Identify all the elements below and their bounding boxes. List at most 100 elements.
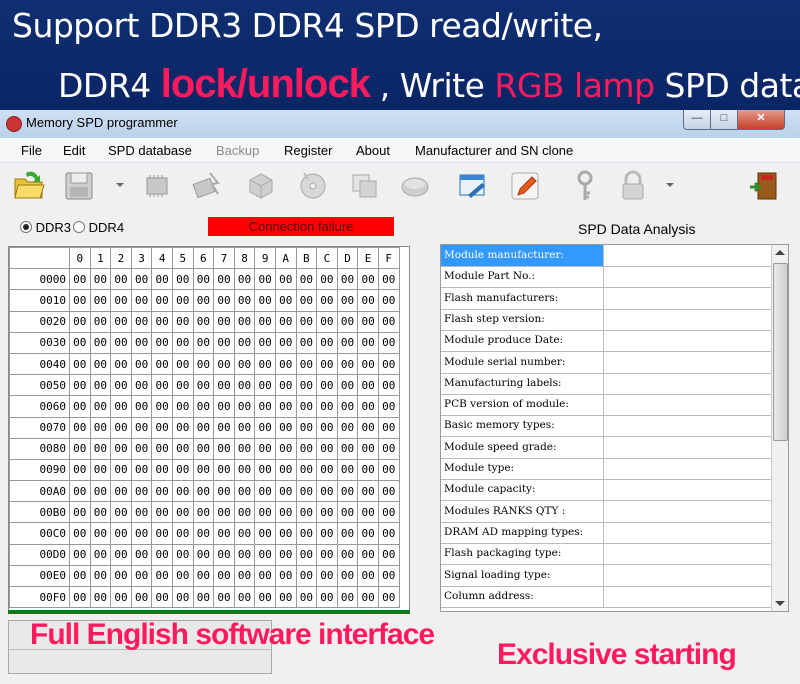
hex-cell[interactable]: 00 — [316, 522, 338, 545]
hex-cell[interactable]: 00 — [192, 543, 215, 566]
hex-cell[interactable]: 00 — [233, 543, 256, 566]
hex-cell[interactable]: 00 — [110, 289, 132, 312]
menu-file[interactable]: File — [21, 143, 42, 158]
hex-cell[interactable]: 00 — [192, 458, 215, 482]
hex-cell[interactable]: 00 — [110, 352, 132, 376]
hex-cell[interactable]: 00 — [151, 352, 173, 376]
pencil-icon[interactable] — [508, 169, 542, 203]
hex-cell[interactable]: 00 — [192, 289, 215, 312]
hex-cell[interactable]: 00 — [233, 374, 256, 397]
hex-cell[interactable]: 00 — [357, 437, 379, 460]
title-bar[interactable]: Memory SPD programmer — □ ✕ — [0, 110, 800, 138]
hex-cell[interactable]: 00 — [295, 437, 318, 460]
hex-cell[interactable]: 00 — [357, 374, 379, 397]
menu-about[interactable]: About — [356, 143, 390, 158]
hex-cell[interactable]: 00 — [130, 416, 153, 439]
hex-cell[interactable]: 00 — [171, 543, 194, 566]
hex-cell[interactable]: 00 — [89, 395, 112, 418]
hex-cell[interactable]: 00 — [254, 585, 276, 609]
hex-cell[interactable]: 00 — [336, 289, 359, 312]
hex-cell[interactable]: 00 — [89, 416, 112, 439]
hex-table[interactable]: 0123456789ABCDEF 0000 00 00 00 00 00 00 00 00 00 0… — [9, 247, 400, 609]
hex-cell[interactable]: 00 — [295, 480, 318, 503]
hex-cell[interactable]: 00 — [254, 268, 276, 291]
hex-cell[interactable]: 00 — [89, 437, 112, 460]
hex-cell[interactable]: 00 — [213, 480, 235, 503]
menu-edit[interactable]: Edit — [63, 143, 85, 158]
analysis-row[interactable]: Module Part No.: — [441, 266, 771, 289]
hex-cell[interactable]: 00 — [213, 310, 235, 333]
hex-cell[interactable]: 00 — [130, 268, 153, 291]
hex-cell[interactable]: 00 — [213, 331, 235, 354]
hex-cell[interactable]: 00 — [357, 395, 379, 418]
menu-manufacturer-sn-clone[interactable]: Manufacturer and SN clone — [415, 143, 573, 158]
hex-cell[interactable]: 00 — [357, 501, 379, 524]
hex-cell[interactable]: 00 — [233, 585, 256, 609]
hex-cell[interactable]: 00 — [213, 268, 235, 291]
analysis-row[interactable]: DRAM AD mapping types: — [441, 521, 771, 544]
hex-cell[interactable]: 00 — [357, 522, 379, 545]
hex-cell[interactable]: 00 — [377, 310, 400, 333]
hex-cell[interactable]: 00 — [171, 374, 194, 397]
hex-cell[interactable]: 00 — [336, 310, 359, 333]
hex-cell[interactable]: 00 — [110, 416, 132, 439]
analysis-row[interactable]: Flash manufacturers: — [441, 287, 771, 310]
analysis-row[interactable]: Module produce Date: — [441, 330, 771, 353]
hex-cell[interactable]: 00 — [130, 564, 153, 588]
minimize-button[interactable]: — — [683, 110, 711, 130]
hex-cell[interactable]: 00 — [171, 437, 194, 460]
hex-cell[interactable]: 00 — [316, 268, 338, 291]
maximize-button[interactable]: □ — [710, 110, 738, 130]
hex-cell[interactable]: 00 — [192, 585, 215, 609]
hex-cell[interactable]: 00 — [377, 501, 400, 524]
hex-cell[interactable]: 00 — [69, 352, 91, 376]
hex-cell[interactable]: 00 — [316, 416, 338, 439]
hex-cell[interactable]: 00 — [192, 501, 215, 524]
hex-cell[interactable]: 00 — [274, 501, 297, 524]
analysis-row[interactable]: Manufacturing labels: — [441, 372, 771, 395]
hex-cell[interactable]: 00 — [295, 501, 318, 524]
hex-cell[interactable]: 00 — [254, 374, 276, 397]
hex-cell[interactable]: 00 — [130, 310, 153, 333]
hex-cell[interactable]: 00 — [295, 310, 318, 333]
hex-cell[interactable]: 00 — [69, 585, 91, 609]
hex-cell[interactable]: 00 — [213, 522, 235, 545]
analysis-row[interactable]: PCB version of module: — [441, 394, 771, 417]
hex-cell[interactable]: 00 — [130, 543, 153, 566]
hex-cell[interactable]: 00 — [295, 416, 318, 439]
hex-cell[interactable]: 00 — [357, 416, 379, 439]
hex-cell[interactable]: 00 — [357, 458, 379, 482]
hex-cell[interactable]: 00 — [274, 310, 297, 333]
hex-cell[interactable]: 00 — [192, 480, 215, 503]
analysis-row[interactable]: Module serial number: — [441, 351, 771, 374]
ddr4-radio[interactable]: DDR4 — [73, 220, 124, 235]
hex-cell[interactable]: 00 — [151, 331, 173, 354]
hex-cell[interactable]: 00 — [110, 564, 132, 588]
hex-cell[interactable]: 00 — [130, 522, 153, 545]
hex-cell[interactable]: 00 — [130, 352, 153, 376]
hex-grid[interactable]: 0123456789ABCDEF 0000 00 00 00 00 00 00 00 00 00 0… — [8, 246, 410, 612]
hex-cell[interactable]: 00 — [213, 564, 235, 588]
chip-flash-icon[interactable] — [190, 169, 224, 203]
hex-cell[interactable]: 00 — [151, 437, 173, 460]
hex-cell[interactable]: 00 — [69, 543, 91, 566]
hex-cell[interactable]: 00 — [89, 268, 112, 291]
hex-cell[interactable]: 00 — [377, 437, 400, 460]
hex-cell[interactable]: 00 — [254, 458, 276, 482]
hex-cell[interactable]: 00 — [89, 310, 112, 333]
hex-cell[interactable]: 00 — [295, 522, 318, 545]
hex-cell[interactable]: 00 — [89, 543, 112, 566]
hex-cell[interactable]: 00 — [151, 501, 173, 524]
hex-cell[interactable]: 00 — [69, 374, 91, 397]
key-icon[interactable] — [568, 169, 602, 203]
hex-cell[interactable]: 00 — [254, 480, 276, 503]
hex-cell[interactable]: 00 — [171, 585, 194, 609]
hex-cell[interactable]: 00 — [89, 501, 112, 524]
hex-cell[interactable]: 00 — [69, 501, 91, 524]
hex-cell[interactable]: 00 — [171, 331, 194, 354]
menu-backup[interactable]: Backup — [216, 143, 259, 158]
hex-cell[interactable]: 00 — [130, 289, 153, 312]
hex-cell[interactable]: 00 — [274, 268, 297, 291]
hex-cell[interactable]: 00 — [233, 437, 256, 460]
hex-cell[interactable]: 00 — [110, 458, 132, 482]
